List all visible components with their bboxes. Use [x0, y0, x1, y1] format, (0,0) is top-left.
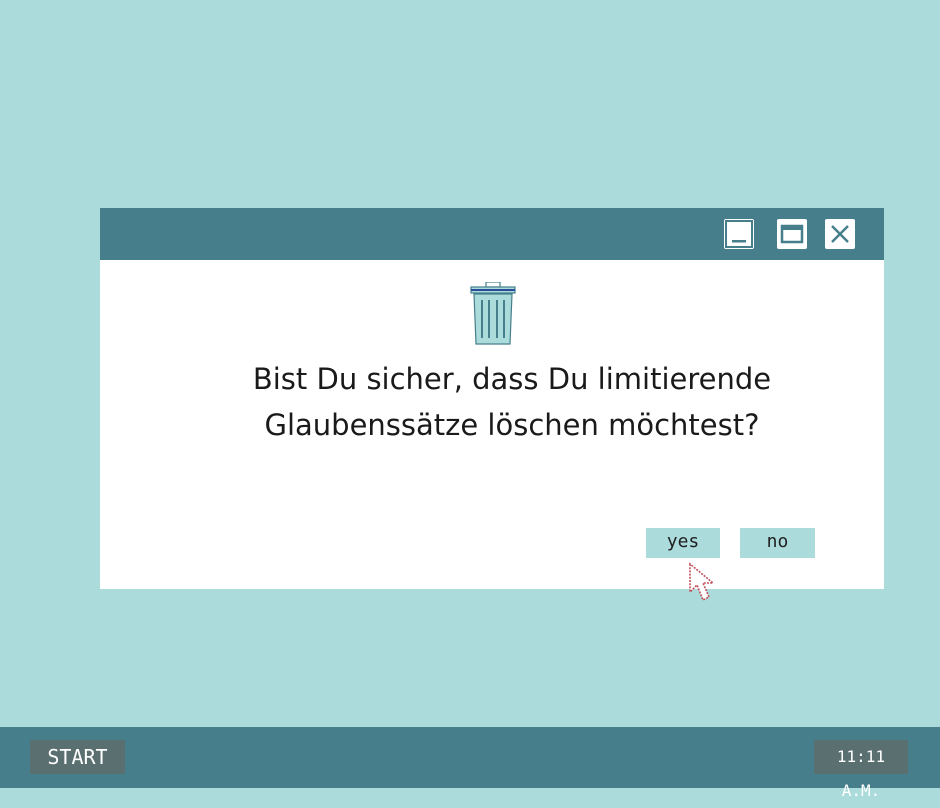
trash-icon: [470, 282, 516, 345]
confirm-dialog: Bist Du sicher, dass Du limitierende Gla…: [100, 208, 884, 589]
no-button[interactable]: no: [740, 528, 815, 558]
taskbar: START 11:11 A.M.: [0, 727, 940, 800]
start-button[interactable]: START: [30, 740, 125, 774]
dialog-titlebar[interactable]: [100, 208, 884, 260]
minimize-icon: [725, 220, 753, 248]
close-icon: [831, 225, 849, 243]
minimize-button[interactable]: [724, 219, 754, 249]
close-button[interactable]: [825, 219, 855, 249]
yes-button[interactable]: yes: [646, 528, 720, 558]
maximize-icon: [780, 224, 804, 244]
taskbar-clock: 11:11 A.M.: [814, 740, 908, 800]
mouse-pointer-icon: [689, 562, 716, 602]
maximize-button[interactable]: [777, 219, 807, 249]
dialog-message: Bist Du sicher, dass Du limitierende Gla…: [252, 362, 772, 442]
